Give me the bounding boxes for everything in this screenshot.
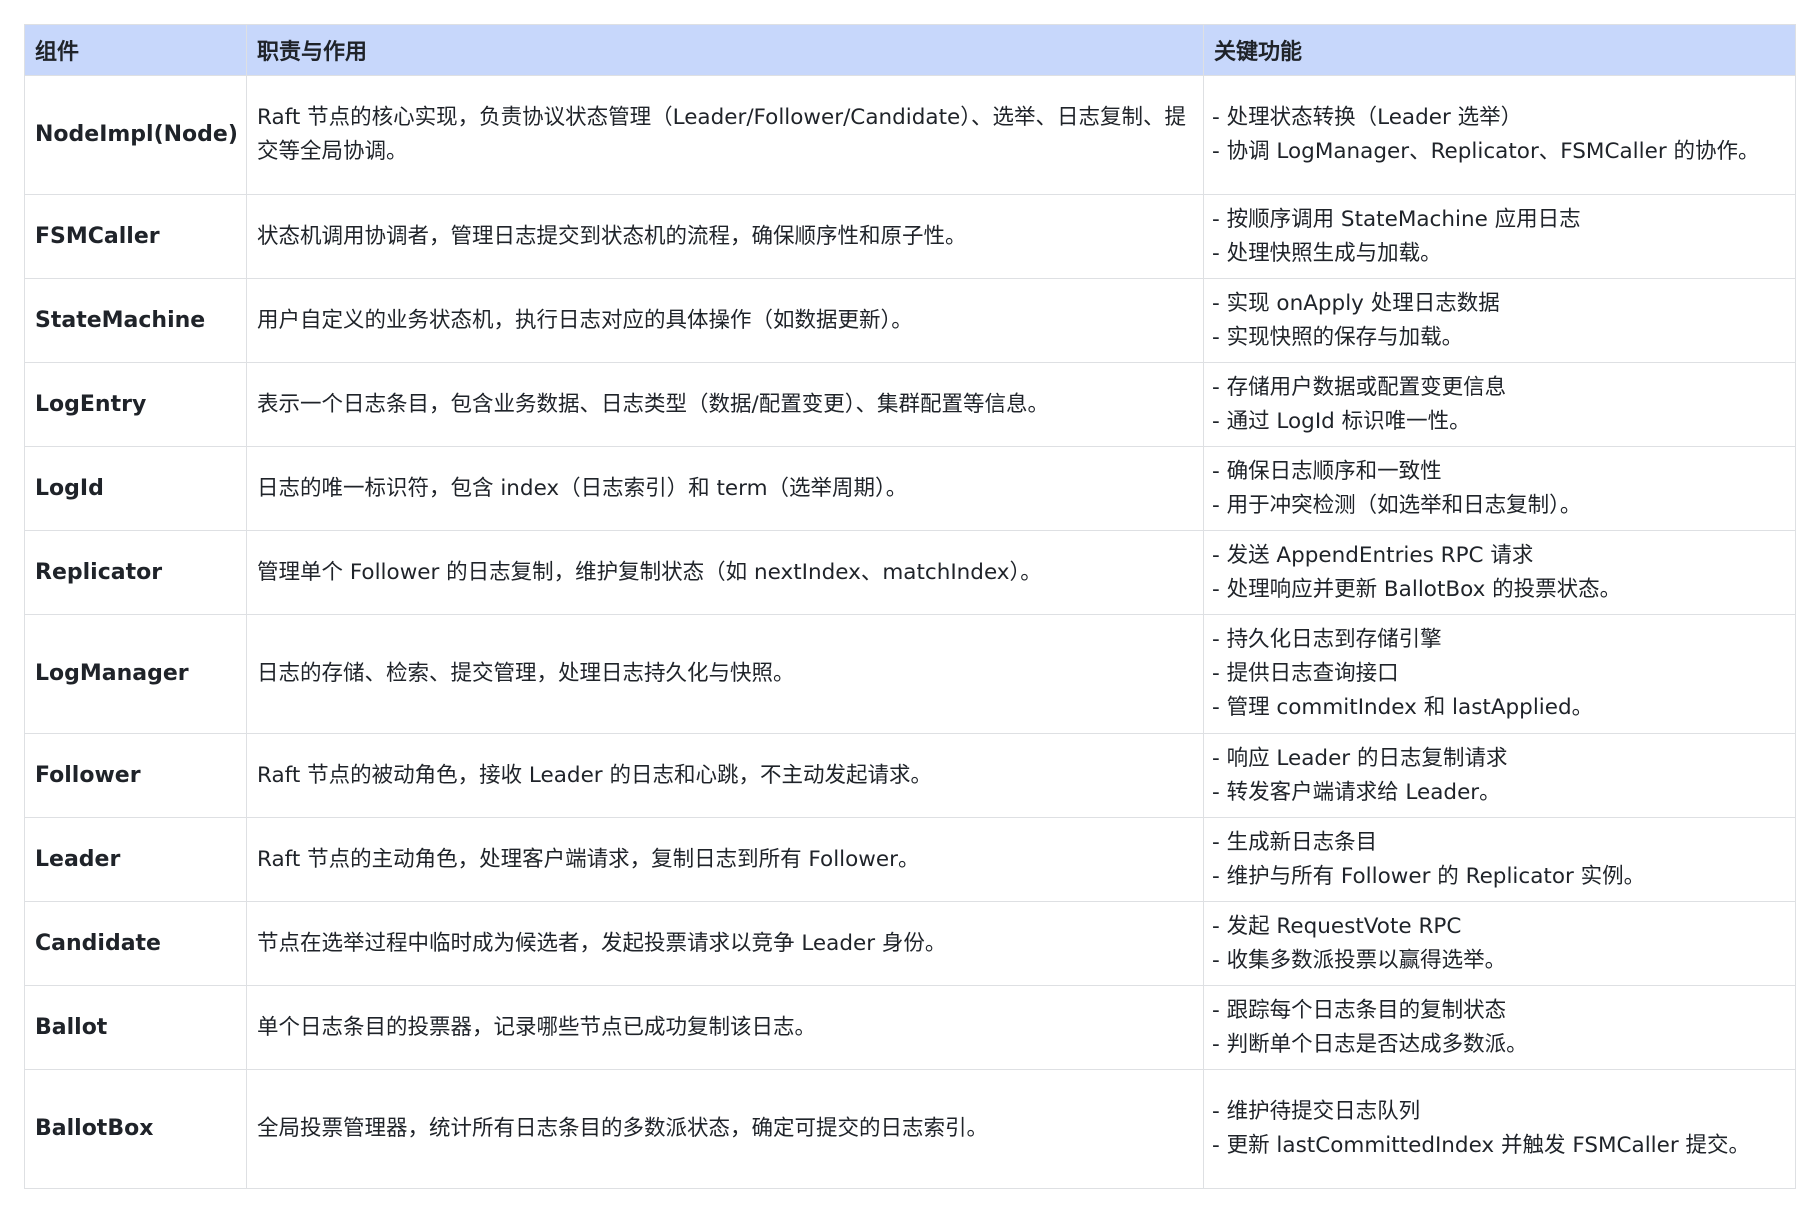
component-name: LogId [24, 446, 247, 531]
component-responsibility: 用户自定义的业务状态机，执行日志对应的具体操作（如数据更新）。 [246, 278, 1204, 363]
component-name: FSMCaller [24, 194, 247, 279]
table-row: BallotBox 全局投票管理器，统计所有日志条目的多数派状态，确定可提交的日… [24, 1069, 1796, 1189]
table-row: Ballot 单个日志条目的投票器，记录哪些节点已成功复制该日志。 - 跟踪每个… [24, 985, 1796, 1070]
table-row: StateMachine 用户自定义的业务状态机，执行日志对应的具体操作（如数据… [24, 278, 1796, 363]
function-item: - 存储用户数据或配置变更信息 [1212, 374, 1507, 400]
table-row: LogManager 日志的存储、检索、提交管理，处理日志持久化与快照。 - 持… [24, 614, 1796, 734]
component-functions: - 维护待提交日志队列 - 更新 lastCommittedIndex 并触发 … [1203, 1069, 1796, 1189]
component-functions: - 存储用户数据或配置变更信息 - 通过 LogId 标识唯一性。 [1203, 362, 1796, 447]
function-item: - 实现快照的保存与加载。 [1212, 324, 1464, 350]
component-functions: - 跟踪每个日志条目的复制状态 - 判断单个日志是否达成多数派。 [1203, 985, 1796, 1070]
function-item: - 用于冲突检测（如选举和日志复制）。 [1212, 492, 1582, 518]
component-name: NodeImpl(Node) [24, 75, 247, 195]
function-item: - 确保日志顺序和一致性 [1212, 458, 1442, 484]
table-row: NodeImpl(Node) Raft 节点的核心实现，负责协议状态管理（Lea… [24, 75, 1796, 195]
function-item: - 更新 lastCommittedIndex 并触发 FSMCaller 提交… [1212, 1133, 1751, 1158]
function-item: - 提供日志查询接口 [1212, 661, 1399, 686]
component-name: LogManager [24, 614, 247, 734]
component-responsibility: Raft 节点的主动角色，处理客户端请求，复制日志到所有 Follower。 [246, 817, 1204, 902]
component-responsibility: 单个日志条目的投票器，记录哪些节点已成功复制该日志。 [246, 985, 1204, 1070]
function-item: - 实现 onApply 处理日志数据 [1212, 290, 1500, 316]
header-component: 组件 [24, 24, 247, 76]
component-functions: - 持久化日志到存储引擎 - 提供日志查询接口 - 管理 commitIndex… [1203, 614, 1796, 734]
function-item: - 生成新日志条目 [1212, 829, 1378, 855]
table-row: Follower Raft 节点的被动角色，接收 Leader 的日志和心跳，不… [24, 733, 1796, 818]
table-row: Leader Raft 节点的主动角色，处理客户端请求，复制日志到所有 Foll… [24, 817, 1796, 902]
function-item: - 响应 Leader 的日志复制请求 [1212, 745, 1508, 771]
function-item: - 管理 commitIndex 和 lastApplied。 [1212, 695, 1594, 720]
component-name: Follower [24, 733, 247, 818]
components-table-wrapper: 组件 职责与作用 关键功能 NodeImpl(Node) Raft 节点的核心实… [24, 24, 1796, 1189]
component-responsibility: 表示一个日志条目，包含业务数据、日志类型（数据/配置变更）、集群配置等信息。 [246, 362, 1204, 447]
component-name: BallotBox [24, 1069, 247, 1189]
function-item: - 维护待提交日志队列 [1212, 1099, 1421, 1124]
function-item: - 处理状态转换（Leader 选举） [1212, 105, 1523, 130]
component-functions: - 确保日志顺序和一致性 - 用于冲突检测（如选举和日志复制）。 [1203, 446, 1796, 531]
component-name: StateMachine [24, 278, 247, 363]
component-functions: - 发送 AppendEntries RPC 请求 - 处理响应并更新 Ball… [1203, 530, 1796, 615]
function-item: - 转发客户端请求给 Leader。 [1212, 779, 1501, 805]
header-row: 组件 职责与作用 关键功能 [24, 24, 1796, 76]
component-responsibility: 日志的存储、检索、提交管理，处理日志持久化与快照。 [246, 614, 1204, 734]
component-responsibility: 管理单个 Follower 的日志复制，维护复制状态（如 nextIndex、m… [246, 530, 1204, 615]
function-item: - 跟踪每个日志条目的复制状态 [1212, 997, 1507, 1023]
component-name: Leader [24, 817, 247, 902]
table-row: LogId 日志的唯一标识符，包含 index（日志索引）和 term（选举周期… [24, 446, 1796, 531]
function-item: - 处理快照生成与加载。 [1212, 240, 1442, 266]
component-functions: - 发起 RequestVote RPC - 收集多数派投票以赢得选举。 [1203, 901, 1796, 986]
component-responsibility: 节点在选举过程中临时成为候选者，发起投票请求以竞争 Leader 身份。 [246, 901, 1204, 986]
table-header: 组件 职责与作用 关键功能 [24, 24, 1796, 76]
component-functions: - 响应 Leader 的日志复制请求 - 转发客户端请求给 Leader。 [1203, 733, 1796, 818]
component-name: Ballot [24, 985, 247, 1070]
header-functions: 关键功能 [1203, 24, 1796, 76]
function-item: - 维护与所有 Follower 的 Replicator 实例。 [1212, 863, 1646, 889]
component-functions: - 按顺序调用 StateMachine 应用日志 - 处理快照生成与加载。 [1203, 194, 1796, 279]
function-item: - 持久化日志到存储引擎 [1212, 627, 1442, 652]
function-item: - 通过 LogId 标识唯一性。 [1212, 408, 1471, 434]
component-responsibility: Raft 节点的核心实现，负责协议状态管理（Leader/Follower/Ca… [246, 75, 1204, 195]
header-responsibility: 职责与作用 [246, 24, 1204, 76]
table-row: FSMCaller 状态机调用协调者，管理日志提交到状态机的流程，确保顺序性和原… [24, 194, 1796, 279]
function-item: - 发起 RequestVote RPC [1212, 913, 1462, 939]
component-functions: - 生成新日志条目 - 维护与所有 Follower 的 Replicator … [1203, 817, 1796, 902]
component-functions: - 实现 onApply 处理日志数据 - 实现快照的保存与加载。 [1203, 278, 1796, 363]
table-row: LogEntry 表示一个日志条目，包含业务数据、日志类型（数据/配置变更）、集… [24, 362, 1796, 447]
component-responsibility: 全局投票管理器，统计所有日志条目的多数派状态，确定可提交的日志索引。 [246, 1069, 1204, 1189]
components-table: 组件 职责与作用 关键功能 NodeImpl(Node) Raft 节点的核心实… [24, 24, 1796, 1189]
table-row: Replicator 管理单个 Follower 的日志复制，维护复制状态（如 … [24, 530, 1796, 615]
table-row: Candidate 节点在选举过程中临时成为候选者，发起投票请求以竞争 Lead… [24, 901, 1796, 986]
component-functions: - 处理状态转换（Leader 选举） - 协调 LogManager、Repl… [1203, 75, 1796, 195]
component-responsibility: 日志的唯一标识符，包含 index（日志索引）和 term（选举周期）。 [246, 446, 1204, 531]
function-item: - 处理响应并更新 BallotBox 的投票状态。 [1212, 576, 1622, 602]
component-name: Replicator [24, 530, 247, 615]
function-item: - 协调 LogManager、Replicator、FSMCaller 的协作… [1212, 139, 1760, 164]
component-responsibility: 状态机调用协调者，管理日志提交到状态机的流程，确保顺序性和原子性。 [246, 194, 1204, 279]
function-item: - 发送 AppendEntries RPC 请求 [1212, 542, 1534, 568]
function-item: - 判断单个日志是否达成多数派。 [1212, 1031, 1528, 1057]
component-name: Candidate [24, 901, 247, 986]
function-item: - 收集多数派投票以赢得选举。 [1212, 947, 1507, 973]
component-name: LogEntry [24, 362, 247, 447]
function-item: - 按顺序调用 StateMachine 应用日志 [1212, 206, 1581, 232]
component-responsibility: Raft 节点的被动角色，接收 Leader 的日志和心跳，不主动发起请求。 [246, 733, 1204, 818]
table-body: NodeImpl(Node) Raft 节点的核心实现，负责协议状态管理（Lea… [24, 75, 1796, 1189]
